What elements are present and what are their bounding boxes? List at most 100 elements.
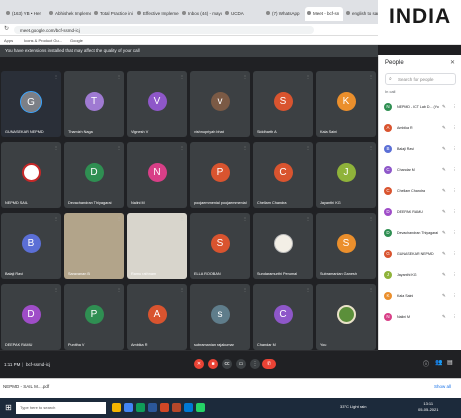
tile-more-icon[interactable]: ⋮ bbox=[54, 74, 58, 79]
pdf-icon[interactable] bbox=[172, 403, 181, 412]
more-options-icon[interactable]: ⋮ bbox=[452, 230, 457, 236]
participant-tile[interactable]: P ⋮ poojaemmenial poojaemmenial bbox=[190, 142, 250, 208]
pin-icon[interactable]: ✎ bbox=[442, 314, 446, 320]
tile-more-icon[interactable]: ⋮ bbox=[54, 216, 58, 221]
people-list-item[interactable]: J Jayanthi KG ✎ ⋮ bbox=[384, 268, 458, 284]
participant-tile[interactable]: ⋮ Saravanan B bbox=[64, 213, 124, 279]
pin-icon[interactable]: ✎ bbox=[442, 125, 446, 131]
participant-tile[interactable]: ⋮ Sundaramurthi Perumal bbox=[253, 213, 313, 279]
browser-tab[interactable]: Abhishek Implemen bbox=[47, 7, 91, 21]
people-list-item[interactable]: K Kala Saini ✎ ⋮ bbox=[384, 289, 458, 305]
system-clock[interactable]: 13:11 05-05-2021 bbox=[418, 401, 438, 413]
word-icon[interactable] bbox=[148, 403, 157, 412]
tile-more-icon[interactable]: ⋮ bbox=[369, 287, 373, 292]
participant-tile[interactable]: C ⋮ Chellam Chandra bbox=[253, 142, 313, 208]
tile-more-icon[interactable]: ⋮ bbox=[54, 287, 58, 292]
people-list-item[interactable]: C Chandar M ✎ ⋮ bbox=[384, 163, 458, 179]
browser-tab[interactable]: (7) WhatsApp bbox=[264, 7, 304, 21]
tile-more-icon[interactable]: ⋮ bbox=[180, 74, 184, 79]
participant-tile[interactable]: ⋮ You bbox=[316, 284, 376, 350]
tile-more-icon[interactable]: ⋮ bbox=[243, 216, 247, 221]
participant-tile[interactable]: ⋮ NEPMD SAIL bbox=[1, 142, 61, 208]
chrome-icon[interactable] bbox=[124, 403, 133, 412]
tile-more-icon[interactable]: ⋮ bbox=[243, 74, 247, 79]
tile-more-icon[interactable]: ⋮ bbox=[306, 74, 310, 79]
participant-tile[interactable]: V ⋮ Vignesh V bbox=[127, 71, 187, 137]
mic-off-button[interactable]: ✕ bbox=[194, 359, 204, 369]
pin-icon[interactable]: ✎ bbox=[442, 209, 446, 215]
participant-tile[interactable]: K ⋮ Kala Saini bbox=[316, 71, 376, 137]
whatsapp-icon[interactable] bbox=[196, 403, 205, 412]
more-options-icon[interactable]: ⋮ bbox=[452, 251, 457, 257]
windows-start-icon[interactable]: ⊞ bbox=[3, 402, 14, 413]
participant-tile[interactable]: S ⋮ Subramanian Ganesh bbox=[316, 213, 376, 279]
participant-tile[interactable]: G ⋮ GUNASEKAR NEPMD bbox=[1, 71, 61, 137]
tile-more-icon[interactable]: ⋮ bbox=[117, 216, 121, 221]
pin-icon[interactable]: ✎ bbox=[442, 230, 446, 236]
more-options-icon[interactable]: ⋮ bbox=[452, 146, 457, 152]
tile-more-icon[interactable]: ⋮ bbox=[243, 145, 247, 150]
people-list-item[interactable]: B Balaji Ravi ✎ ⋮ bbox=[384, 142, 458, 158]
pin-icon[interactable]: ✎ bbox=[442, 272, 446, 278]
participant-tile[interactable]: s ⋮ subramanian rajakumar bbox=[190, 284, 250, 350]
tile-more-icon[interactable]: ⋮ bbox=[180, 145, 184, 150]
people-list-item[interactable]: A Ambika R ✎ ⋮ bbox=[384, 121, 458, 137]
participant-tile[interactable]: D ⋮ DEEPAK RAMU bbox=[1, 284, 61, 350]
browser-tab[interactable]: Inbox (44) - mayur bbox=[180, 7, 222, 21]
close-icon[interactable]: ✕ bbox=[450, 59, 455, 66]
pin-icon[interactable]: ✎ bbox=[442, 104, 446, 110]
more-options-icon[interactable]: ⋮ bbox=[452, 188, 457, 194]
chat-icon[interactable]: ▤ bbox=[447, 359, 453, 366]
participant-tile[interactable]: ⋮ Ramu rathnam bbox=[127, 213, 187, 279]
participant-tile[interactable]: T ⋮ Thamizh Naga bbox=[64, 71, 124, 137]
more-options-icon[interactable]: ⋮ bbox=[452, 293, 457, 299]
leave-call-button[interactable]: ✆ bbox=[262, 359, 276, 369]
people-list-item[interactable]: D Devachandran Thiyagarai ✎ ⋮ bbox=[384, 226, 458, 242]
pin-icon[interactable]: ✎ bbox=[442, 293, 446, 299]
more-options-icon[interactable]: ⋮ bbox=[452, 167, 457, 173]
pin-icon[interactable]: ✎ bbox=[442, 167, 446, 173]
browser-tab[interactable]: Effective Impleme bbox=[135, 7, 179, 21]
tile-more-icon[interactable]: ⋮ bbox=[369, 145, 373, 150]
tile-more-icon[interactable]: ⋮ bbox=[180, 287, 184, 292]
excel-icon[interactable] bbox=[136, 403, 145, 412]
browser-tab[interactable]: Total Practice ini bbox=[92, 7, 134, 21]
participant-tile[interactable]: v ⋮ vishnupriyah bhat bbox=[190, 71, 250, 137]
people-list-item[interactable]: N Nalini M ✎ ⋮ bbox=[384, 310, 458, 326]
camera-off-button[interactable]: ■ bbox=[208, 359, 218, 369]
download-item[interactable]: NEPMD - SAIL M....pdf bbox=[3, 384, 49, 389]
participant-tile[interactable]: N ⋮ Nalini M bbox=[127, 142, 187, 208]
tile-more-icon[interactable]: ⋮ bbox=[369, 216, 373, 221]
participant-tile[interactable]: S ⋮ Siddharth A bbox=[253, 71, 313, 137]
taskbar-search-input[interactable]: Type here to search bbox=[16, 402, 106, 414]
participant-tile[interactable]: B ⋮ Balaji Ravi bbox=[1, 213, 61, 279]
edge-icon[interactable] bbox=[184, 403, 193, 412]
people-list-item[interactable]: N NEPMD - ICT Lab D... (You) ✎ ⋮ bbox=[384, 100, 458, 116]
people-search-input[interactable]: ⌕ Search for people bbox=[385, 73, 456, 85]
participant-tile[interactable]: C ⋮ Chandar M bbox=[253, 284, 313, 350]
more-options-icon[interactable]: ⋮ bbox=[452, 209, 457, 215]
people-list-item[interactable]: G GUNASEKAR NEPMD ✎ ⋮ bbox=[384, 247, 458, 263]
more-options-icon[interactable]: ⋮ bbox=[452, 314, 457, 320]
tile-more-icon[interactable]: ⋮ bbox=[306, 216, 310, 221]
tile-more-icon[interactable]: ⋮ bbox=[54, 145, 58, 150]
tile-more-icon[interactable]: ⋮ bbox=[369, 74, 373, 79]
tile-more-icon[interactable]: ⋮ bbox=[306, 145, 310, 150]
participant-tile[interactable]: S ⋮ ELLA ROOBAN bbox=[190, 213, 250, 279]
bookmark-google[interactable]: Google bbox=[70, 38, 83, 43]
show-all-link[interactable]: Show all bbox=[434, 384, 451, 389]
people-list-item[interactable]: C Chellam Chandra ✎ ⋮ bbox=[384, 184, 458, 200]
people-list-item[interactable]: D DEEPAK RAMU ✎ ⋮ bbox=[384, 205, 458, 221]
tile-more-icon[interactable]: ⋮ bbox=[306, 287, 310, 292]
browser-tab[interactable]: Meet - bcf-sn bbox=[305, 7, 343, 21]
reload-icon[interactable]: ↻ bbox=[3, 26, 10, 33]
tile-more-icon[interactable]: ⋮ bbox=[117, 145, 121, 150]
bookmark-icons[interactable]: Icons & Product Gu... bbox=[24, 38, 62, 43]
participant-tile[interactable]: D ⋮ Devachandran Thiyagarai bbox=[64, 142, 124, 208]
file-explorer-icon[interactable] bbox=[112, 403, 121, 412]
people-icon[interactable]: 👥 bbox=[435, 359, 442, 366]
captions-button[interactable]: cc bbox=[222, 359, 232, 369]
info-icon[interactable]: ⓘ bbox=[423, 359, 429, 368]
tile-more-icon[interactable]: ⋮ bbox=[117, 287, 121, 292]
pin-icon[interactable]: ✎ bbox=[442, 188, 446, 194]
